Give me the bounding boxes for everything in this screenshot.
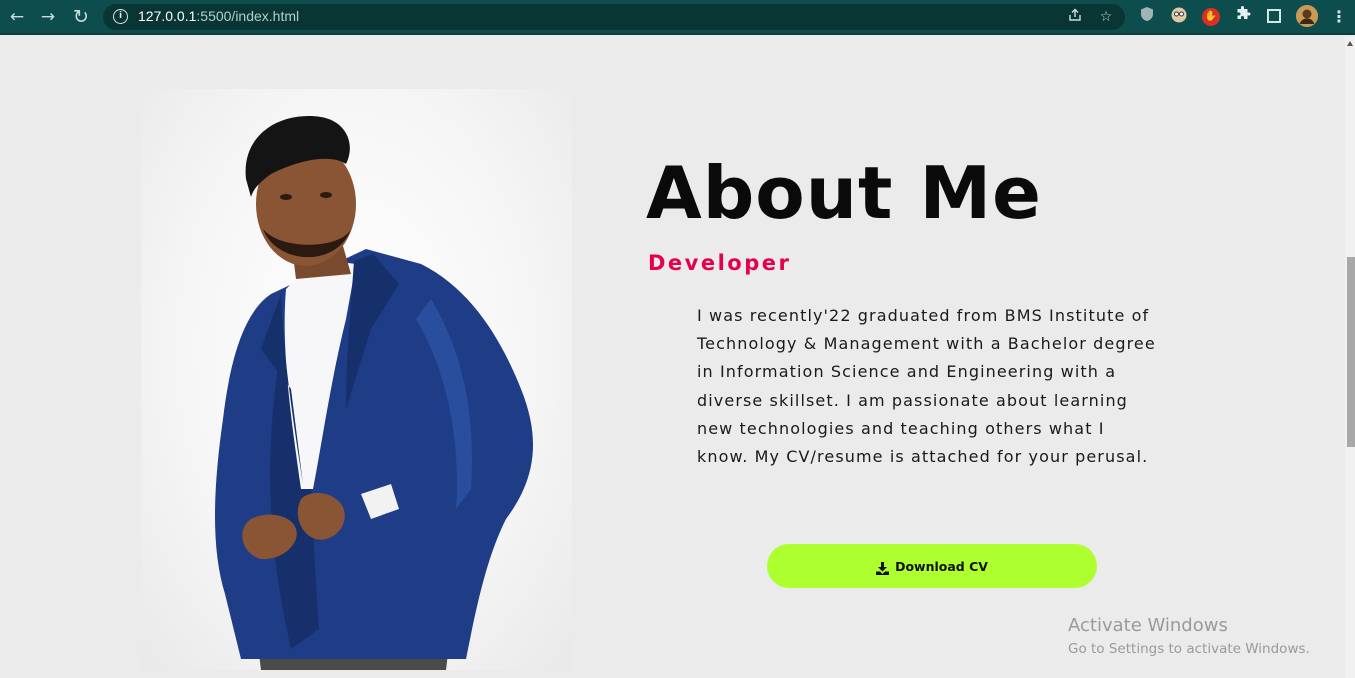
reload-icon: ↻	[73, 6, 89, 28]
back-button[interactable]: ←	[5, 5, 29, 29]
download-cv-label: Download CV	[895, 558, 988, 574]
watermark-subtitle: Go to Settings to activate Windows.	[1068, 641, 1310, 657]
profile-photo	[141, 89, 572, 670]
download-icon	[876, 560, 890, 575]
face-extension-icon[interactable]	[1168, 6, 1190, 28]
site-info-icon[interactable]: i	[113, 9, 128, 24]
forward-arrow-icon: →	[40, 7, 56, 27]
page-title: About Me	[646, 151, 1042, 235]
shield-extension-icon[interactable]	[1136, 6, 1158, 28]
watermark-title: Activate Windows	[1068, 615, 1228, 636]
url-host: 127.0.0.1	[138, 8, 197, 24]
address-bar[interactable]: i 127.0.0.1:5500/index.html ☆	[103, 4, 1125, 30]
role-subtitle: Developer	[648, 251, 792, 275]
forward-button[interactable]: →	[36, 5, 60, 29]
browser-toolbar: ← → ↻ i 127.0.0.1:5500/index.html ☆ ✋ ⋮	[0, 0, 1355, 35]
windows-activation-watermark: Activate Windows Go to Settings to activ…	[1068, 614, 1310, 660]
kebab-menu-icon[interactable]: ⋮	[1328, 6, 1350, 28]
profile-avatar[interactable]	[1296, 5, 1318, 27]
scrollbar-thumb[interactable]	[1347, 257, 1355, 447]
url-text[interactable]: 127.0.0.1:5500/index.html	[138, 8, 299, 24]
back-arrow-icon: ←	[9, 7, 25, 27]
share-icon[interactable]	[1065, 7, 1085, 27]
url-path: :5500/index.html	[196, 8, 300, 24]
bio-text: I was recently'22 graduated from BMS Ins…	[697, 306, 1156, 467]
puzzle-extensions-icon[interactable]	[1232, 6, 1254, 28]
scroll-up-arrow-icon[interactable]	[1347, 41, 1353, 46]
bookmark-star-icon[interactable]: ☆	[1096, 7, 1116, 27]
download-cv-button[interactable]: Download CV	[767, 544, 1097, 588]
stop-hand-extension-icon[interactable]: ✋	[1202, 8, 1220, 26]
side-panel-icon[interactable]	[1267, 9, 1281, 23]
reload-button[interactable]: ↻	[69, 5, 93, 29]
